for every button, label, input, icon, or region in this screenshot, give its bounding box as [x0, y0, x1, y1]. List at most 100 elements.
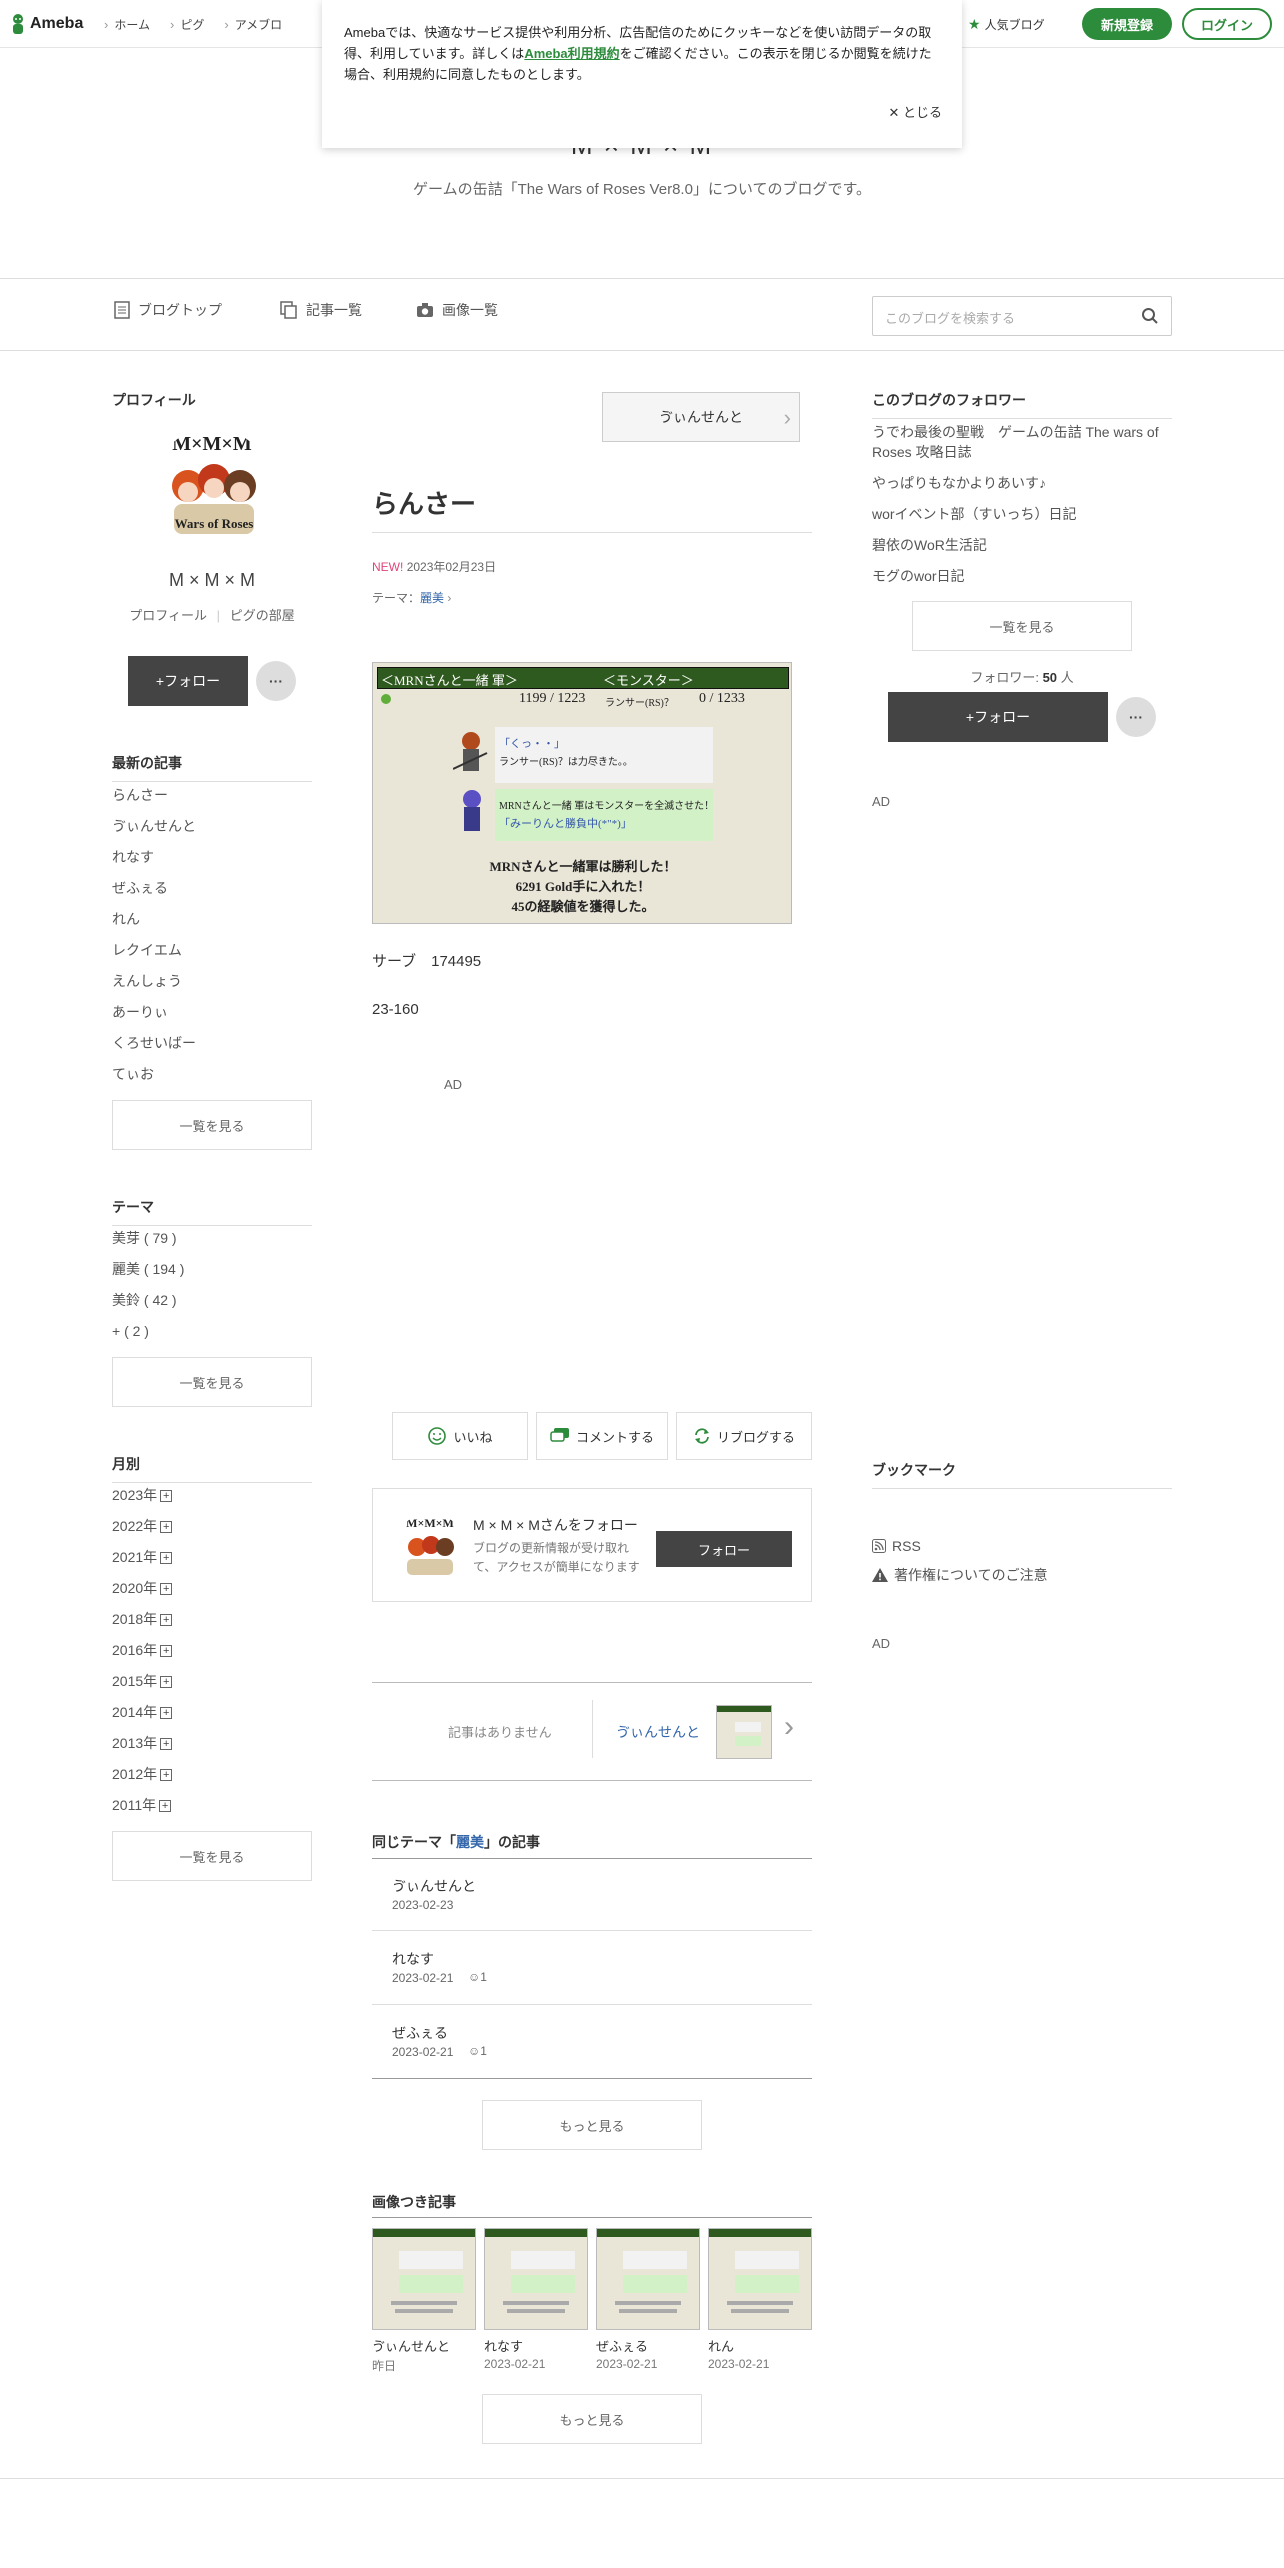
recent-item[interactable]: えんしょう — [112, 966, 312, 997]
profile-avatar[interactable]: M×M×M Wars of Roses — [152, 428, 272, 548]
login-button[interactable]: ログイン — [1182, 8, 1272, 40]
next-article-thumbnail[interactable] — [716, 1705, 772, 1759]
recent-more-button[interactable]: 一覧を見る — [112, 1100, 312, 1150]
rss-link[interactable]: RSS — [872, 1538, 921, 1554]
popular-blog-link[interactable]: ★ 人気ブログ — [968, 16, 1045, 33]
expand-plus-icon[interactable]: + — [160, 1706, 173, 1719]
image-articles-more-button[interactable]: もっと見る — [482, 2394, 702, 2444]
expand-plus-icon[interactable]: + — [160, 1768, 173, 1781]
image-article-card[interactable]: ぜふぇる 2023-02-21 — [596, 2228, 700, 2371]
battle-result-3: 45の経験値を獲得した。 — [511, 899, 655, 914]
theme-more-button[interactable]: 一覧を見る — [112, 1357, 312, 1407]
nav-image-list[interactable]: 画像一覧 — [416, 300, 498, 320]
divider — [372, 1682, 812, 1683]
recent-item[interactable]: てぃお — [112, 1059, 312, 1090]
recent-item[interactable]: あーりぃ — [112, 997, 312, 1028]
comment-button[interactable]: コメントする — [536, 1412, 668, 1460]
search-icon[interactable] — [1141, 307, 1159, 325]
profile-more-button[interactable]: ··· — [256, 661, 296, 701]
monthly-item[interactable]: 2012年 + — [112, 1759, 312, 1790]
same-theme-more-button[interactable]: もっと見る — [482, 2100, 702, 2150]
ameba-logo[interactable]: Ameba — [10, 12, 83, 36]
battle-right-hp: 0 / 1233 — [699, 691, 745, 706]
expand-plus-icon[interactable]: + — [160, 1489, 173, 1502]
follower-item[interactable]: 碧依のWoR生活記 — [872, 535, 1172, 555]
theme-item[interactable]: + ( 2 ) — [112, 1316, 312, 1347]
recent-item[interactable]: くろせいばー — [112, 1028, 312, 1059]
image-article-thumbnail — [484, 2228, 588, 2330]
expand-plus-icon[interactable]: + — [160, 1675, 173, 1688]
battle-screenshot[interactable]: ＜MRNさんと一緒 軍＞ ＜モンスター＞ 1199 / 1223 ランサー(RS… — [372, 662, 792, 924]
monthly-item[interactable]: 2018年 + — [112, 1604, 312, 1635]
expand-plus-icon[interactable]: + — [160, 1737, 173, 1750]
monthly-item[interactable]: 2022年 + — [112, 1511, 312, 1542]
monthly-item[interactable]: 2020年 + — [112, 1573, 312, 1604]
image-article-card[interactable]: れなす 2023-02-21 — [484, 2228, 588, 2371]
expand-plus-icon[interactable]: + — [160, 1520, 173, 1533]
profile-follow-button[interactable]: +フォロー — [128, 656, 248, 706]
nav-ameblo[interactable]: アメブロ — [224, 16, 282, 33]
recent-item[interactable]: れなす — [112, 842, 312, 873]
monthly-item[interactable]: 2013年 + — [112, 1728, 312, 1759]
expand-plus-icon[interactable]: + — [160, 1644, 173, 1657]
profile-link[interactable]: プロフィール — [129, 608, 207, 623]
article-theme-link[interactable]: 麗美 — [420, 591, 444, 605]
recent-item[interactable]: らんさー — [112, 780, 312, 811]
follow-card-button[interactable]: フォロー — [656, 1531, 792, 1567]
cookie-close-button[interactable]: ✕ とじる — [888, 102, 942, 123]
next-article-button[interactable]: ゔぃんせんと › — [602, 392, 800, 442]
follower-item[interactable]: うでわ最後の聖戦 ゲームの缶詰 The wars of Roses 攻略日誌 — [872, 422, 1172, 462]
nav-blog-top-label: ブログトップ — [138, 302, 222, 318]
chevron-right-icon[interactable]: › — [784, 1712, 794, 1742]
recent-item[interactable]: レクイエム — [112, 935, 312, 966]
same-theme-item-title[interactable]: ゔぃんせんと — [392, 1876, 476, 1896]
monthly-item-label: 2023年 — [112, 1487, 158, 1503]
same-theme-link[interactable]: 麗美 — [456, 1834, 484, 1850]
image-article-card[interactable]: れん 2023-02-21 — [708, 2228, 812, 2371]
same-theme-heading: 同じテーマ「麗美」の記事 — [372, 1832, 540, 1852]
blog-search-input[interactable]: このブログを検索する — [872, 296, 1172, 336]
expand-plus-icon[interactable]: + — [160, 1582, 173, 1595]
follower-item[interactable]: worイベント部（すいっち）日記 — [872, 504, 1172, 524]
terms-link[interactable]: Ameba利用規約 — [524, 46, 619, 61]
divider — [0, 278, 1284, 279]
profile-name[interactable]: M × M × M — [112, 570, 312, 591]
nav-pigg[interactable]: ピグ — [170, 16, 204, 33]
pigg-room-link[interactable]: ピグの部屋 — [230, 608, 295, 623]
theme-item[interactable]: 美鈴 ( 42 ) — [112, 1285, 312, 1316]
monthly-item[interactable]: 2021年 + — [112, 1542, 312, 1573]
monthly-item[interactable]: 2011年 + — [112, 1790, 312, 1821]
nav-home[interactable]: ホーム — [104, 16, 150, 33]
followers-more-button[interactable]: 一覧を見る — [912, 601, 1132, 651]
monthly-item[interactable]: 2023年 + — [112, 1480, 312, 1511]
theme-item[interactable]: 美芽 ( 79 ) — [112, 1223, 312, 1254]
recent-item[interactable]: ゔぃんせんと — [112, 811, 312, 842]
monthly-more-button[interactable]: 一覧を見る — [112, 1831, 312, 1881]
theme-item[interactable]: 麗美 ( 194 ) — [112, 1254, 312, 1285]
like-button[interactable]: いいね — [392, 1412, 528, 1460]
sidebar-more-button[interactable]: ··· — [1116, 697, 1156, 737]
image-article-card[interactable]: ゔぃんせんと 昨日 — [372, 2228, 476, 2374]
follower-item[interactable]: やっぱりもなかよりあいす♪ — [872, 473, 1172, 493]
monthly-item[interactable]: 2016年 + — [112, 1635, 312, 1666]
article-body-line-1: サーブ 174495 — [372, 953, 482, 970]
expand-plus-icon[interactable]: + — [159, 1799, 172, 1812]
expand-plus-icon[interactable]: + — [160, 1613, 173, 1626]
expand-plus-icon[interactable]: + — [160, 1551, 173, 1564]
monthly-item[interactable]: 2014年 + — [112, 1697, 312, 1728]
monthly-item[interactable]: 2015年 + — [112, 1666, 312, 1697]
same-theme-item-title[interactable]: れなす — [392, 1949, 434, 1969]
recent-item[interactable]: ぜふぇる — [112, 873, 312, 904]
nav-blog-top[interactable]: ブログトップ — [114, 300, 222, 320]
recent-item[interactable]: れん — [112, 904, 312, 935]
article-body-line-2: 23-160 — [372, 1001, 419, 1018]
next-article-link[interactable]: ゔぃんせんと — [616, 1722, 700, 1742]
copyright-notice-link[interactable]: 著作権についてのご注意 — [872, 1565, 1048, 1585]
follower-item[interactable]: モグのwor日記 — [872, 566, 1172, 586]
register-button[interactable]: 新規登録 — [1082, 8, 1172, 40]
reblog-button[interactable]: リブログする — [676, 1412, 812, 1460]
article-title[interactable]: らんさー — [372, 484, 476, 521]
nav-article-list[interactable]: 記事一覧 — [280, 300, 362, 320]
same-theme-item-title[interactable]: ぜふぇる — [392, 2023, 448, 2043]
sidebar-follow-button[interactable]: +フォロー — [888, 692, 1108, 742]
